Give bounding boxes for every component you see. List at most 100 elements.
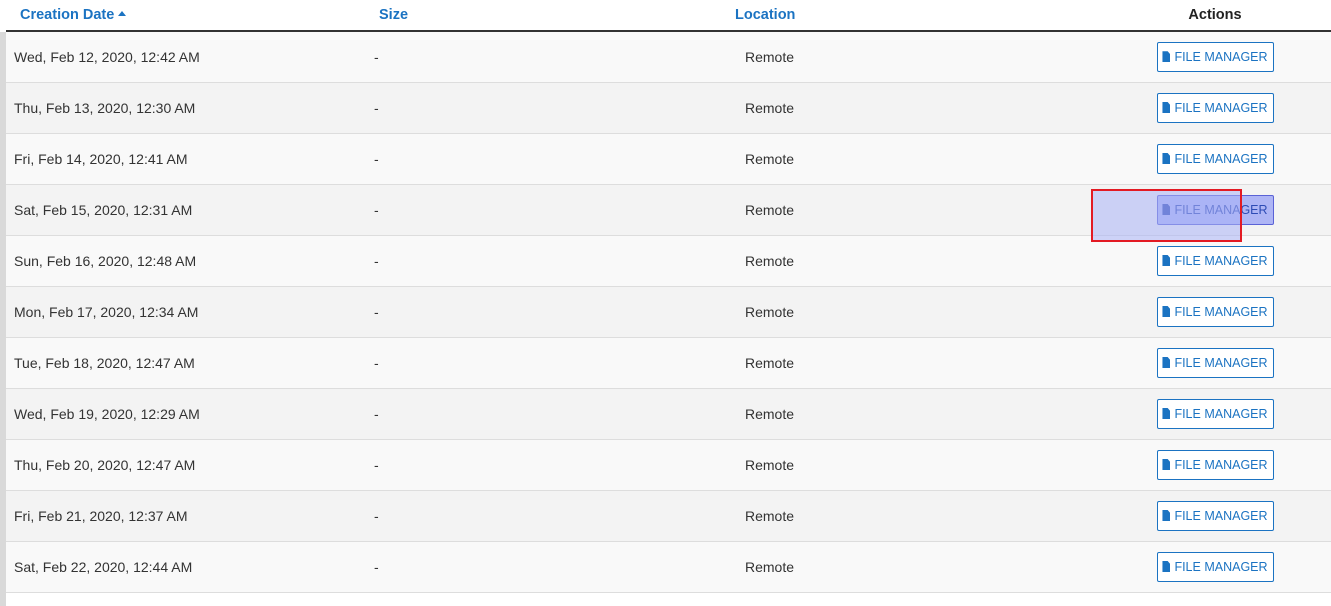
- cell-creation-date: Fri, Feb 14, 2020, 12:41 AM: [6, 133, 368, 184]
- header-creation-date-label: Creation Date: [20, 7, 115, 23]
- location-text: Remote: [745, 507, 795, 524]
- cell-actions: FILE MANAGER: [1085, 82, 1331, 133]
- table-header-row: Creation Date Size Location Actions: [6, 0, 1331, 32]
- cell-actions: FILE MANAGER: [1085, 235, 1331, 286]
- file-manager-button[interactable]: FILE MANAGER: [1156, 347, 1274, 378]
- file-manager-button[interactable]: FILE MANAGER: [1156, 143, 1274, 174]
- cell-size: -: [368, 133, 730, 184]
- header-location[interactable]: Location: [730, 0, 1085, 32]
- cell-size: -: [368, 82, 730, 133]
- header-size[interactable]: Size: [368, 0, 730, 32]
- file-manager-button-label: FILE MANAGER: [1174, 508, 1268, 523]
- cell-creation-date: Wed, Feb 19, 2020, 12:29 AM: [6, 388, 368, 439]
- header-location-label: Location: [735, 7, 796, 23]
- file-manager-button[interactable]: FILE MANAGER: [1156, 398, 1274, 429]
- header-actions-label: Actions: [1188, 7, 1242, 23]
- location-text: Remote: [745, 99, 795, 116]
- cell-location: Remote: [730, 541, 1085, 592]
- creation-date-text: Sat, Feb 15, 2020, 12:31 AM: [14, 201, 193, 218]
- cell-creation-date: Tue, Feb 18, 2020, 12:47 AM: [6, 337, 368, 388]
- location-text: Remote: [745, 303, 795, 320]
- cell-size: -: [368, 286, 730, 337]
- sort-caret-up-icon: [118, 11, 127, 16]
- cell-location: Remote: [730, 235, 1085, 286]
- file-manager-button[interactable]: FILE MANAGER: [1156, 245, 1274, 276]
- location-text: Remote: [745, 150, 795, 167]
- table-row: Thu, Feb 13, 2020, 12:30 AM - Remote FIL…: [6, 82, 1331, 133]
- file-manager-button-label: FILE MANAGER: [1174, 406, 1268, 421]
- table-row: Tue, Feb 18, 2020, 12:47 AM - Remote FIL…: [6, 337, 1331, 388]
- cell-actions: FILE MANAGER: [1085, 490, 1331, 541]
- creation-date-text: Mon, Feb 17, 2020, 12:34 AM: [14, 303, 199, 320]
- file-manager-button-label: FILE MANAGER: [1174, 49, 1268, 64]
- file-manager-button[interactable]: FILE MANAGER: [1156, 449, 1274, 480]
- file-manager-button[interactable]: FILE MANAGER: [1156, 296, 1274, 327]
- file-manager-button[interactable]: FILE MANAGER: [1156, 551, 1274, 582]
- file-manager-button-label: FILE MANAGER: [1174, 355, 1268, 370]
- location-text: Remote: [745, 201, 795, 218]
- cell-size: -: [368, 541, 730, 592]
- cell-actions: FILE MANAGER: [1085, 133, 1331, 184]
- cell-location: Remote: [730, 82, 1085, 133]
- size-text: -: [374, 405, 379, 422]
- size-text: -: [374, 99, 379, 116]
- cell-location: Remote: [730, 133, 1085, 184]
- location-text: Remote: [745, 48, 795, 65]
- table-row: Sat, Feb 15, 2020, 12:31 AM - Remote FIL…: [6, 184, 1331, 235]
- table-row: Sat, Feb 22, 2020, 12:44 AM - Remote FIL…: [6, 541, 1331, 592]
- creation-date-text: Fri, Feb 21, 2020, 12:37 AM: [14, 507, 188, 524]
- size-text: -: [374, 201, 379, 218]
- cell-location: Remote: [730, 337, 1085, 388]
- file-icon: [1162, 510, 1171, 521]
- header-creation-date[interactable]: Creation Date: [6, 0, 368, 32]
- file-manager-button[interactable]: FILE MANAGER: [1156, 41, 1274, 72]
- cell-actions: FILE MANAGER: [1085, 388, 1331, 439]
- creation-date-text: Sun, Feb 16, 2020, 12:48 AM: [14, 252, 197, 269]
- file-manager-button-label: FILE MANAGER: [1174, 151, 1268, 166]
- cell-size: -: [368, 31, 730, 82]
- file-icon: [1162, 51, 1171, 63]
- size-text: -: [374, 558, 379, 575]
- cell-creation-date: Sat, Feb 15, 2020, 12:31 AM: [6, 184, 368, 235]
- size-text: -: [374, 456, 379, 473]
- cell-actions: FILE MANAGER: [1085, 337, 1331, 388]
- location-text: Remote: [745, 354, 795, 371]
- table-row: Sun, Feb 16, 2020, 12:48 AM - Remote FIL…: [6, 235, 1331, 286]
- size-text: -: [374, 48, 379, 65]
- backups-table: Creation Date Size Location Actions Wed,…: [6, 0, 1331, 593]
- cell-actions: FILE MANAGER: [1085, 541, 1331, 592]
- file-icon: [1162, 459, 1171, 470]
- file-manager-button-label: FILE MANAGER: [1174, 559, 1268, 574]
- location-text: Remote: [745, 405, 795, 422]
- cell-size: -: [368, 388, 730, 439]
- creation-date-text: Wed, Feb 12, 2020, 12:42 AM: [14, 48, 200, 65]
- table-row: Wed, Feb 12, 2020, 12:42 AM - Remote FIL…: [6, 31, 1331, 82]
- size-text: -: [374, 252, 379, 269]
- cell-actions: FILE MANAGER: [1085, 31, 1331, 82]
- creation-date-text: Sat, Feb 22, 2020, 12:44 AM: [14, 558, 193, 575]
- cell-size: -: [368, 184, 730, 235]
- file-manager-button[interactable]: FILE MANAGER: [1156, 194, 1274, 225]
- cell-creation-date: Mon, Feb 17, 2020, 12:34 AM: [6, 286, 368, 337]
- file-icon: [1162, 255, 1171, 266]
- file-icon: [1162, 357, 1171, 368]
- creation-date-text: Tue, Feb 18, 2020, 12:47 AM: [14, 354, 195, 371]
- creation-date-text: Thu, Feb 13, 2020, 12:30 AM: [14, 99, 196, 116]
- cell-creation-date: Sat, Feb 22, 2020, 12:44 AM: [6, 541, 368, 592]
- cell-creation-date: Thu, Feb 20, 2020, 12:47 AM: [6, 439, 368, 490]
- file-manager-button-label: FILE MANAGER: [1174, 202, 1268, 217]
- cell-size: -: [368, 439, 730, 490]
- size-text: -: [374, 507, 379, 524]
- cell-actions: FILE MANAGER: [1085, 439, 1331, 490]
- header-actions: Actions: [1085, 0, 1331, 32]
- backups-table-view: Creation Date Size Location Actions Wed,…: [0, 0, 1331, 606]
- creation-date-text: Thu, Feb 20, 2020, 12:47 AM: [14, 456, 196, 473]
- table-row: Wed, Feb 19, 2020, 12:29 AM - Remote FIL…: [6, 388, 1331, 439]
- cell-creation-date: Wed, Feb 12, 2020, 12:42 AM: [6, 31, 368, 82]
- cell-location: Remote: [730, 184, 1085, 235]
- file-manager-button[interactable]: FILE MANAGER: [1156, 92, 1274, 123]
- table-row: Fri, Feb 21, 2020, 12:37 AM - Remote FIL…: [6, 490, 1331, 541]
- file-manager-button[interactable]: FILE MANAGER: [1156, 500, 1274, 531]
- cell-location: Remote: [730, 490, 1085, 541]
- cell-creation-date: Sun, Feb 16, 2020, 12:48 AM: [6, 235, 368, 286]
